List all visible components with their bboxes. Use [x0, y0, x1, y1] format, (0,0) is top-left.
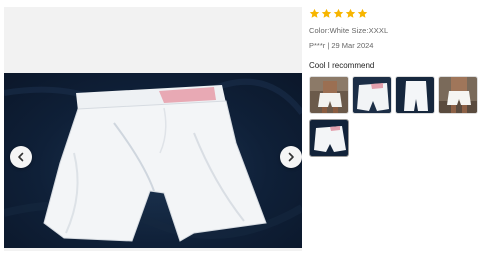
star-icon — [345, 8, 356, 18]
thumbnail-image — [439, 77, 477, 113]
star-icon — [309, 8, 320, 18]
review-photo — [4, 73, 302, 248]
thumbnail-image — [310, 120, 348, 156]
star-rating — [309, 8, 494, 20]
thumbnail-image — [396, 77, 434, 113]
star-icon — [333, 8, 344, 18]
review-text: Cool I recommend — [309, 61, 375, 70]
chevron-left-icon — [18, 152, 24, 162]
chevron-right-icon — [288, 152, 294, 162]
thumbnail-1[interactable] — [309, 76, 349, 114]
previous-photo-button[interactable] — [10, 146, 32, 168]
review-author-date: P***r | 29 Mar 2024 — [309, 41, 374, 50]
thumbnail-5[interactable] — [309, 119, 349, 157]
thumbnail-gallery — [309, 76, 494, 157]
thumbnail-2[interactable] — [352, 76, 392, 114]
photo-viewer — [4, 7, 302, 251]
next-photo-button[interactable] — [280, 146, 302, 168]
sku-info: Color:White Size:XXXL — [309, 26, 389, 35]
thumbnail-3[interactable] — [395, 76, 435, 114]
thumbnail-4[interactable] — [438, 76, 478, 114]
thumbnail-image — [310, 77, 348, 113]
star-icon — [321, 8, 332, 18]
shorts-image — [4, 78, 302, 242]
thumbnail-image — [353, 77, 391, 113]
review-details: Color:White Size:XXXL P***r | 29 Mar 202… — [309, 8, 494, 157]
star-icon — [357, 8, 368, 18]
